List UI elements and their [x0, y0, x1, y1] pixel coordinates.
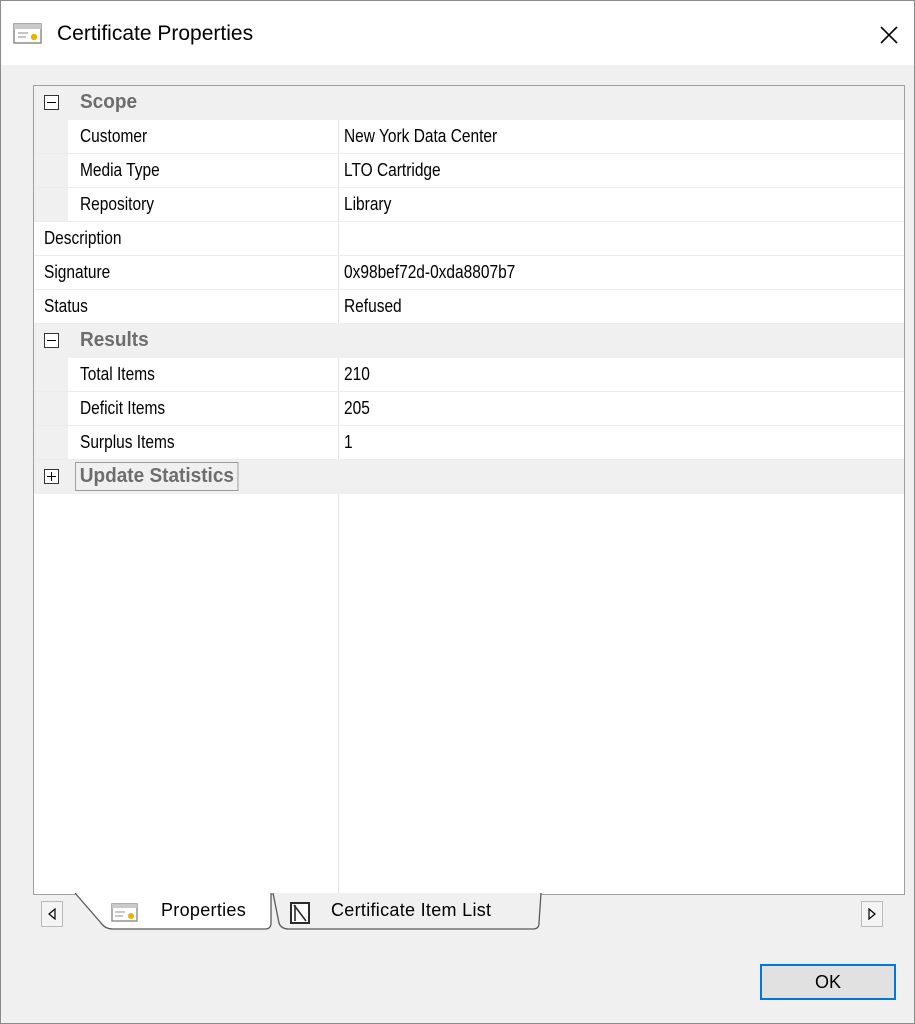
column-divider	[338, 392, 339, 425]
property-value[interactable]: New York Data Center	[344, 120, 497, 153]
column-divider	[338, 426, 339, 459]
properties-icon	[111, 903, 138, 922]
item-list-icon	[290, 902, 310, 924]
property-value[interactable]: Refused	[344, 290, 402, 323]
collapse-scope-icon[interactable]	[44, 95, 59, 110]
column-divider	[338, 290, 339, 323]
window-title: Certificate Properties	[57, 22, 254, 45]
column-divider	[338, 120, 339, 153]
column-divider	[338, 256, 339, 289]
property-grid[interactable]: Scope Customer New York Data Center Medi…	[33, 85, 905, 895]
close-icon	[880, 26, 898, 44]
column-divider	[338, 188, 339, 221]
category-scope[interactable]: Scope	[34, 86, 904, 120]
property-value[interactable]: 205	[344, 392, 370, 425]
property-label: Status	[44, 296, 88, 316]
row-gutter	[34, 154, 68, 187]
category-results[interactable]: Results	[34, 324, 904, 358]
property-value[interactable]: 1	[344, 426, 353, 459]
property-label: Media Type	[80, 160, 160, 180]
category-label: Results	[80, 329, 149, 351]
property-row-customer[interactable]: Customer New York Data Center	[34, 120, 904, 154]
tab-scroll-left-button[interactable]	[41, 901, 63, 927]
title-bar: Certificate Properties	[1, 1, 914, 65]
column-divider	[338, 358, 339, 391]
property-value[interactable]: Library	[344, 188, 391, 221]
property-label: Total Items	[80, 364, 155, 384]
property-label: Deficit Items	[80, 398, 166, 418]
row-gutter	[34, 358, 68, 391]
property-row-media-type[interactable]: Media Type LTO Cartridge	[34, 154, 904, 188]
category-label: Scope	[80, 91, 138, 113]
property-row-description[interactable]: Description	[34, 222, 904, 256]
property-row-repository[interactable]: Repository Library	[34, 188, 904, 222]
close-button[interactable]	[867, 13, 911, 57]
collapse-results-icon[interactable]	[44, 333, 59, 348]
tab-properties[interactable]: Properties	[73, 893, 273, 930]
column-divider	[338, 222, 339, 255]
property-label: Customer	[80, 126, 148, 146]
row-gutter	[34, 426, 68, 459]
certificate-properties-dialog: Certificate Properties Scope Customer Ne…	[0, 0, 915, 1024]
column-divider	[338, 154, 339, 187]
property-label: Surplus Items	[80, 432, 175, 452]
property-row-status[interactable]: Status Refused	[34, 290, 904, 324]
category-label: Update Statistics	[75, 462, 239, 491]
category-update-statistics[interactable]: Update Statistics	[34, 460, 904, 494]
property-label: Signature	[44, 262, 111, 282]
row-gutter	[34, 188, 68, 221]
property-value[interactable]: LTO Cartridge	[344, 154, 441, 187]
row-gutter	[34, 392, 68, 425]
tab-label: Properties	[161, 900, 247, 920]
property-row-surplus-items[interactable]: Surplus Items 1	[34, 426, 904, 460]
tab-strip: Properties Certificate Item List	[33, 893, 905, 945]
tab-label: Certificate Item List	[331, 900, 492, 920]
column-divider	[338, 494, 339, 894]
certificate-window-icon	[13, 23, 42, 44]
property-row-signature[interactable]: Signature 0x98bef72d-0xda8807b7	[34, 256, 904, 290]
row-gutter	[34, 120, 68, 153]
tab-scroll-right-button[interactable]	[861, 901, 883, 927]
property-row-deficit-items[interactable]: Deficit Items 205	[34, 392, 904, 426]
property-row-total-items[interactable]: Total Items 210	[34, 358, 904, 392]
property-value[interactable]: 210	[344, 358, 370, 391]
triangle-right-icon	[868, 908, 876, 920]
expand-update-statistics-icon[interactable]	[44, 469, 59, 484]
property-label: Description	[44, 228, 122, 248]
property-label: Repository	[80, 194, 155, 214]
ok-button[interactable]: OK	[760, 964, 896, 1000]
property-value[interactable]: 0x98bef72d-0xda8807b7	[344, 256, 515, 289]
tab-certificate-item-list[interactable]: Certificate Item List	[271, 893, 545, 930]
triangle-left-icon	[48, 908, 56, 920]
